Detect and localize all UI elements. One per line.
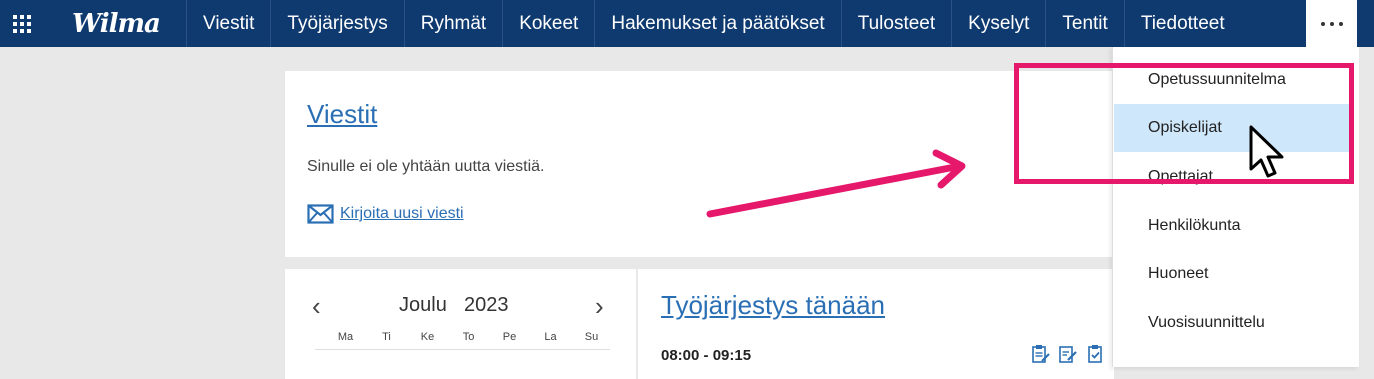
checklist-icon[interactable] <box>1086 344 1106 364</box>
nav-item-tentit[interactable]: Tentit <box>1045 0 1123 47</box>
weekday-label: Su <box>584 331 599 343</box>
menu-item-opetussuunnitelma[interactable]: Opetussuunnitelma <box>1114 56 1349 104</box>
menu-item-huoneet[interactable]: Huoneet <box>1114 250 1349 298</box>
nav-item-tyojarjestys[interactable]: Työjärjestys <box>270 0 403 47</box>
nav-item-ryhmat[interactable]: Ryhmät <box>403 0 502 47</box>
nav-item-tulosteet[interactable]: Tulosteet <box>840 0 951 47</box>
apps-grid-icon <box>13 14 31 33</box>
calendar-divider <box>315 349 610 350</box>
schedule-card: Työjärjestys tänään 08:00 - 09:15 <box>638 269 1114 379</box>
schedule-actions <box>1030 344 1106 364</box>
nav-item-kokeet[interactable]: Kokeet <box>502 0 594 47</box>
calendar-prev-button[interactable]: ‹ <box>312 293 321 319</box>
nav-item-kyselyt[interactable]: Kyselyt <box>951 0 1045 47</box>
menu-item-vuosisuunnittelu[interactable]: Vuosisuunnittelu <box>1114 299 1349 347</box>
weekday-label: La <box>544 331 557 343</box>
main-nav: Viestit Työjärjestys Ryhmät Kokeet Hakem… <box>186 0 1306 47</box>
calendar-month: Joulu <box>399 294 447 316</box>
weekday-label: To <box>462 331 475 343</box>
messages-card: Viestit Sinulle ei ole yhtään uutta vies… <box>285 71 1115 257</box>
weekday-label: Ke <box>420 331 435 343</box>
weekday-label: Ma <box>337 331 354 343</box>
calendar-card: ‹ Joulu 2023 › Ma Ti Ke To Pe La Su <box>285 269 636 379</box>
compose-message-link[interactable]: Kirjoita uusi viesti <box>307 204 464 224</box>
menu-item-henkilokunta[interactable]: Henkilökunta <box>1114 202 1349 250</box>
no-messages-text: Sinulle ei ole yhtään uutta viestiä. <box>307 158 545 175</box>
clipboard-icon[interactable] <box>1030 344 1050 364</box>
more-menu-button[interactable] <box>1306 0 1357 47</box>
messages-title-link[interactable]: Viestit <box>307 99 377 130</box>
nav-item-tiedotteet[interactable]: Tiedotteet <box>1123 0 1241 47</box>
top-navigation-bar: Wilma Viestit Työjärjestys Ryhmät Kokeet… <box>0 0 1374 47</box>
menu-item-opiskelijat[interactable]: Opiskelijat <box>1114 104 1349 152</box>
nav-item-hakemukset[interactable]: Hakemukset ja päätökset <box>594 0 840 47</box>
menu-item-opettajat[interactable]: Opettajat <box>1114 153 1349 201</box>
compose-message-label: Kirjoita uusi viesti <box>340 205 464 222</box>
calendar-next-button[interactable]: › <box>595 293 604 319</box>
more-dropdown-menu: Opetussuunnitelma Opiskelijat Opettajat … <box>1112 47 1359 367</box>
weekday-label: Pe <box>502 331 517 343</box>
more-dots-icon <box>1320 21 1325 26</box>
envelope-icon <box>307 204 334 224</box>
edit-note-icon[interactable] <box>1058 344 1078 364</box>
calendar-weekday-header: Ma Ti Ke To Pe La Su <box>325 331 615 343</box>
wilma-logo[interactable]: Wilma <box>44 0 186 47</box>
weekday-label: Ti <box>382 331 391 343</box>
nav-item-viestit[interactable]: Viestit <box>186 0 270 47</box>
apps-menu-button[interactable] <box>0 0 44 47</box>
calendar-year: 2023 <box>464 294 509 316</box>
schedule-time: 08:00 - 09:15 <box>661 347 752 364</box>
schedule-title-link[interactable]: Työjärjestys tänään <box>661 290 885 321</box>
